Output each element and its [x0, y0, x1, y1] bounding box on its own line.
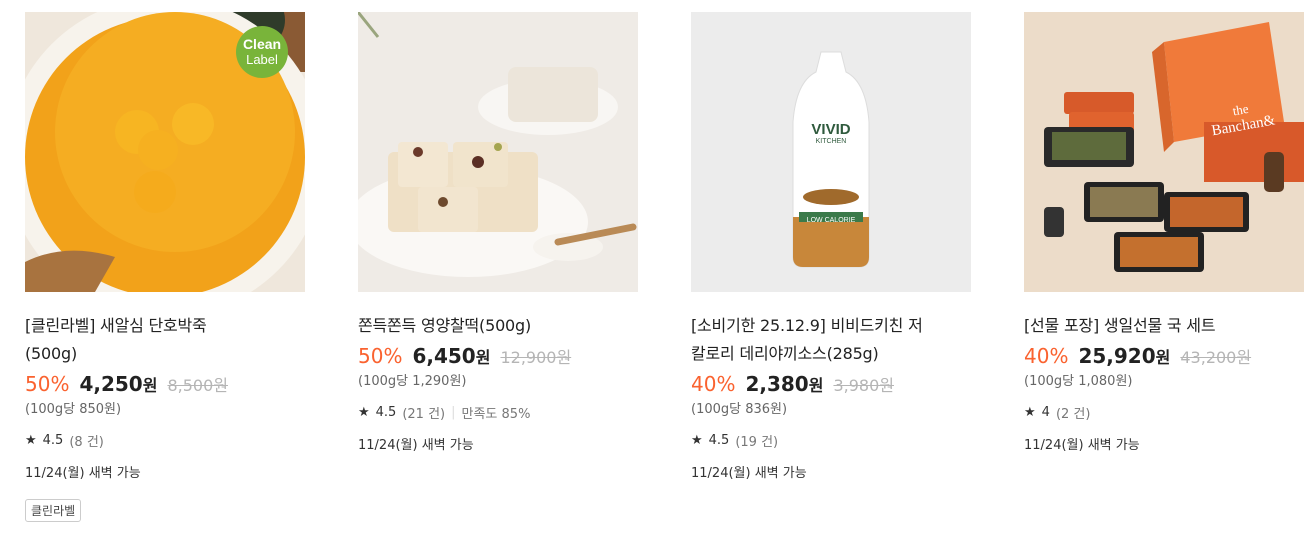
product-card[interactable]: VIVID KITCHEN LOW CALORIE [소비기한 25.12.9]… — [691, 12, 971, 481]
rating-value: 4.5 — [375, 405, 397, 420]
price-row: 40% 2,380원 3,980원 — [691, 372, 971, 396]
original-price: 12,900원 — [500, 348, 572, 367]
review-count: (19 건) — [735, 435, 779, 450]
clean-label-badge: Clean Label — [242, 36, 282, 67]
product-grid: Clean Label [클린라벨] 새알심 단호박죽 (500g) 50% 4… — [0, 0, 1309, 538]
product-title[interactable]: [클린라벨] 새알심 단호박죽 (500g) — [25, 312, 305, 368]
unit-price: (100g당 1,290원) — [358, 374, 467, 389]
rating-value: 4 — [1041, 405, 1050, 420]
star-icon: ★ — [25, 433, 37, 448]
product-card[interactable]: Clean Label [클린라벨] 새알심 단호박죽 (500g) 50% 4… — [25, 12, 305, 522]
product-tag: 클린라벨 — [25, 499, 82, 522]
review-count: (2 건) — [1055, 407, 1091, 422]
delivery-info: 11/24(월) 새벽 가능 — [691, 466, 807, 481]
unit-price: (100g당 850원) — [25, 402, 122, 417]
product-title[interactable]: [선물 포장] 생일선물 국 세트 — [1024, 312, 1304, 340]
product-image-rice-cake[interactable] — [358, 12, 638, 292]
price-row: 40% 25,920원 43,200원 — [1024, 344, 1304, 368]
price-row: 50% 6,450원 12,900원 — [358, 344, 638, 368]
unit-price: (100g당 836원) — [691, 402, 788, 417]
price-row: 50% 4,250원 8,500원 — [25, 372, 305, 396]
bottle-label: VIVID KITCHEN LOW CALORIE — [806, 121, 856, 224]
delivery-info: 11/24(월) 새벽 가능 — [1024, 438, 1140, 453]
sale-price: 2,380원 — [745, 372, 824, 396]
delivery-info: 11/24(월) 새벽 가능 — [358, 438, 474, 453]
sale-price: 6,450원 — [412, 344, 491, 368]
product-title[interactable]: [소비기한 25.12.9] 비비드키친 저 칼로리 데리야끼소스(285g) — [691, 312, 971, 368]
divider: | — [451, 405, 456, 420]
sale-price: 25,920원 — [1078, 344, 1171, 368]
original-price: 43,200원 — [1180, 348, 1252, 367]
product-title[interactable]: 쫀득쫀득 영양찰떡(500g) — [358, 312, 638, 340]
discount-rate: 40% — [691, 372, 736, 396]
discount-rate: 50% — [25, 372, 70, 396]
original-price: 3,980원 — [833, 376, 894, 395]
delivery-info: 11/24(월) 새벽 가능 — [25, 466, 141, 481]
product-card[interactable]: 쫀득쫀득 영양찰떡(500g) 50% 6,450원 12,900원 (100g… — [358, 12, 638, 453]
satisfaction-rate: 만족도 85% — [461, 407, 531, 422]
star-icon: ★ — [1024, 405, 1036, 420]
rating-value: 4.5 — [708, 433, 730, 448]
product-image-pumpkin-porridge[interactable]: Clean Label — [25, 12, 305, 292]
rating-row: ★ 4.5 (8 건) — [25, 431, 305, 450]
rating-value: 4.5 — [42, 433, 64, 448]
product-card[interactable]: the Banchan& [선물 포장] 생일선물 국 세트 40% 25,92… — [1024, 12, 1304, 453]
review-count: (21 건) — [402, 407, 446, 422]
discount-rate: 50% — [358, 344, 403, 368]
original-price: 8,500원 — [167, 376, 228, 395]
rating-row: ★ 4.5 (21 건) | 만족도 85% — [358, 403, 638, 422]
sale-price: 4,250원 — [79, 372, 158, 396]
rating-row: ★ 4 (2 건) — [1024, 403, 1304, 422]
product-image-teriyaki-sauce[interactable]: VIVID KITCHEN LOW CALORIE — [691, 12, 971, 292]
rating-row: ★ 4.5 (19 건) — [691, 431, 971, 450]
unit-price: (100g당 1,080원) — [1024, 374, 1133, 389]
review-count: (8 건) — [69, 435, 104, 450]
product-image-soup-gift-set[interactable]: the Banchan& — [1024, 12, 1304, 292]
star-icon: ★ — [691, 433, 703, 448]
star-icon: ★ — [358, 405, 370, 420]
discount-rate: 40% — [1024, 344, 1069, 368]
